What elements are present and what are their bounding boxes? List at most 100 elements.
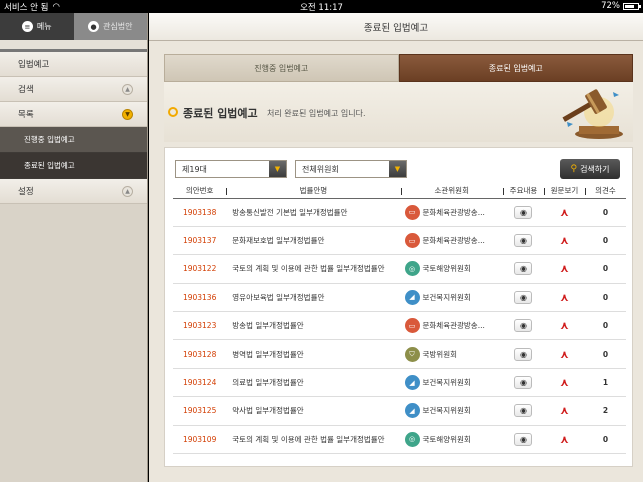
tab-menu[interactable]: ≡ 메뉴 xyxy=(0,13,74,40)
globe-icon: ◎ xyxy=(404,431,420,447)
tab-closed[interactable]: 종료된 입법예고 xyxy=(398,54,633,82)
session-select[interactable]: 제19대 ▼ xyxy=(175,160,287,178)
tab-ongoing[interactable]: 진행중 입법예고 xyxy=(164,54,399,82)
sidebar-subitem-closed[interactable]: 종료된 입법예고 xyxy=(0,153,147,179)
law-name: 국토의 계획 및 이용에 관한 법률 일부개정법률안 xyxy=(226,425,401,455)
summary-cell: ◉ xyxy=(502,396,544,426)
table-row[interactable]: 1903122 국토의 계획 및 이용에 관한 법률 일부개정법률안 ◎ 국토해양위원… xyxy=(173,254,626,284)
header-committee: 소관위원회 xyxy=(400,184,503,199)
table-row[interactable]: 1903125 약사법 일부개정법률안 ◢ 보건복지위원회 ◉ ⋏ 2 xyxy=(173,396,626,426)
sidebar-item-label: 입법예고 xyxy=(18,60,50,70)
sidebar: ≡ 메뉴 ● 관심법안 입법예고 검색 ▲ 목록 ▼ 진행중 입법예고 종료된 … xyxy=(0,13,148,482)
eye-icon[interactable]: ◉ xyxy=(514,290,533,304)
summary-cell: ◉ xyxy=(502,311,544,341)
search-icon: ⚲ xyxy=(570,164,578,174)
pdf-icon[interactable]: ⋏ xyxy=(558,234,570,248)
opinion-count: 0 xyxy=(584,226,626,256)
sidebar-item-settings[interactable]: 설정 ▲ xyxy=(0,179,147,204)
original-cell: ⋏ xyxy=(543,254,585,284)
pdf-icon[interactable]: ⋏ xyxy=(558,376,570,390)
bill-number: 1903123 xyxy=(173,311,227,341)
committee-name: 국방위원회 xyxy=(422,349,458,359)
committee-cell: ◎ 국토해양위원회 xyxy=(400,425,503,455)
sidebar-item-list[interactable]: 목록 ▼ xyxy=(0,102,147,127)
table-row[interactable]: 1903136 영유아보육법 일부개정법률안 ◢ 보건복지위원회 ◉ ⋏ 0 xyxy=(173,283,626,313)
eye-icon[interactable]: ◉ xyxy=(514,234,533,248)
tv-icon: ▭ xyxy=(404,233,420,249)
sidebar-subitem-ongoing[interactable]: 진행중 입법예고 xyxy=(0,127,147,153)
sidebar-divider xyxy=(0,40,147,52)
original-cell: ⋏ xyxy=(543,396,585,426)
eye-icon[interactable]: ◉ xyxy=(514,319,533,333)
summary-cell: ◉ xyxy=(502,254,544,284)
opinion-count: 2 xyxy=(584,396,626,426)
eye-icon[interactable]: ◉ xyxy=(514,262,533,276)
sidebar-tabs: ≡ 메뉴 ● 관심법안 xyxy=(0,13,147,40)
list-panel: 제19대 ▼ 전체위원회 ▼ ⚲ 검색하기 의안번호 법률안명 소관위원회 주요… xyxy=(164,147,633,467)
eye-icon[interactable]: ◉ xyxy=(514,347,533,361)
opinion-count: 0 xyxy=(584,254,626,284)
table-row[interactable]: 1903128 병역법 일부개정법률안 ⛉ 국방위원회 ◉ ⋏ 0 xyxy=(173,339,626,369)
bill-number: 1903128 xyxy=(173,339,227,369)
law-name: 문화재보호법 일부개정법률안 xyxy=(226,226,401,256)
menu-icon: ≡ xyxy=(21,21,33,32)
health-icon: ◢ xyxy=(404,375,420,391)
committee-select[interactable]: 전체위원회 ▼ xyxy=(295,160,407,178)
opinion-count: 0 xyxy=(584,283,626,313)
search-button[interactable]: ⚲ 검색하기 xyxy=(560,159,620,179)
pdf-icon[interactable]: ⋏ xyxy=(558,205,570,219)
committee-cell: ◢ 보건복지위원회 xyxy=(400,368,503,398)
sidebar-item-notice[interactable]: 입법예고 xyxy=(0,52,147,77)
pdf-icon[interactable]: ⋏ xyxy=(558,290,570,304)
eye-icon[interactable]: ◉ xyxy=(514,432,533,446)
table-row[interactable]: 1903109 국토의 계획 및 이용에 관한 법률 일부개정법률안 ◎ 국토해양위원… xyxy=(173,425,626,455)
committee-cell: ▭ 문화체육관광방송... xyxy=(400,198,503,227)
original-cell: ⋏ xyxy=(543,283,585,313)
table-row[interactable]: 1903124 의료법 일부개정법률안 ◢ 보건복지위원회 ◉ ⋏ 1 xyxy=(173,368,626,398)
pdf-icon[interactable]: ⋏ xyxy=(558,347,570,361)
committee-cell: ◎ 국토해양위원회 xyxy=(400,254,503,284)
pdf-icon[interactable]: ⋏ xyxy=(558,319,570,333)
section-banner: 종료된 입법예고 처리 완료된 입법예고 입니다. xyxy=(164,82,633,142)
bill-number: 1903122 xyxy=(173,254,227,284)
eye-icon[interactable]: ◉ xyxy=(514,376,533,390)
tab-favorites[interactable]: ● 관심법안 xyxy=(73,13,147,40)
law-name: 영유아보육법 일부개정법률안 xyxy=(226,283,401,313)
dropdown-arrow-icon: ▼ xyxy=(269,161,286,177)
committee-name: 보건복지위원회 xyxy=(422,378,471,388)
opinion-count: 0 xyxy=(584,425,626,455)
sidebar-item-label: 목록 xyxy=(18,110,34,120)
eye-icon[interactable]: ◉ xyxy=(514,404,533,418)
table-row[interactable]: 1903137 문화재보호법 일부개정법률안 ▭ 문화체육관광방송... ◉ ⋏ 0 xyxy=(173,226,626,256)
pdf-icon[interactable]: ⋏ xyxy=(558,262,570,276)
committee-name: 보건복지위원회 xyxy=(422,292,471,302)
pdf-icon[interactable]: ⋏ xyxy=(558,432,570,446)
opinion-count: 0 xyxy=(584,339,626,369)
header-original: 원문보기 xyxy=(543,184,585,199)
law-name: 방송통신발전 기본법 일부개정법률안 xyxy=(226,198,401,227)
chevron-down-icon: ▼ xyxy=(122,108,133,120)
original-cell: ⋏ xyxy=(543,425,585,455)
committee-name: 문화체육관광방송... xyxy=(422,321,485,331)
pdf-icon[interactable]: ⋏ xyxy=(558,404,570,418)
original-cell: ⋏ xyxy=(543,226,585,256)
eye-icon[interactable]: ◉ xyxy=(514,205,533,219)
sidebar-item-label: 검색 xyxy=(18,85,34,95)
tab-menu-label: 메뉴 xyxy=(36,22,52,31)
chevron-up-icon: ▲ xyxy=(122,83,133,95)
original-cell: ⋏ xyxy=(543,198,585,227)
law-name: 의료법 일부개정법률안 xyxy=(226,368,401,398)
health-icon: ◢ xyxy=(404,403,420,419)
health-icon: ◢ xyxy=(404,289,420,305)
committee-name: 국토해양위원회 xyxy=(422,264,471,274)
bill-number: 1903138 xyxy=(173,198,227,227)
gavel-icon xyxy=(562,89,623,139)
summary-cell: ◉ xyxy=(502,339,544,369)
law-name: 국토의 계획 및 이용에 관한 법률 일부개정법률안 xyxy=(226,254,401,284)
original-cell: ⋏ xyxy=(543,339,585,369)
table-row[interactable]: 1903123 방송법 일부개정법률안 ▭ 문화체육관광방송... ◉ ⋏ 0 xyxy=(173,311,626,341)
tab-favorites-label: 관심법안 xyxy=(103,22,133,31)
sidebar-item-search[interactable]: 검색 ▲ xyxy=(0,77,147,102)
battery-percent: 72% xyxy=(601,1,620,11)
table-row[interactable]: 1903138 방송통신발전 기본법 일부개정법률안 ▭ 문화체육관광방송... ◉ ⋏ 0 xyxy=(173,198,626,227)
